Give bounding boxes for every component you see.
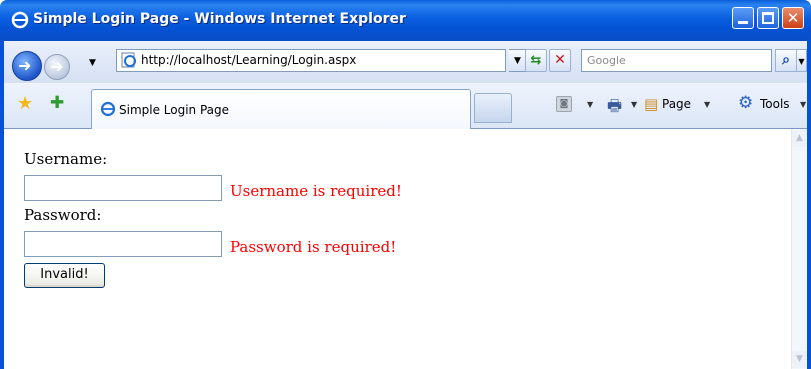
search-placeholder: Google [587,54,626,67]
back-button[interactable]: ➜ [12,51,42,81]
maximize-button[interactable] [757,7,779,29]
window-title: Simple Login Page - Windows Internet Exp… [33,11,406,27]
tools-menu[interactable]: Tools [760,97,790,111]
search-provider-dropdown[interactable]: ▼ [797,49,807,72]
ie-icon [100,101,116,117]
username-input[interactable] [24,175,222,201]
back-icon: ➜ [18,56,32,75]
ie-page-icon [121,52,136,68]
password-label: Password: [24,206,102,224]
tab-label: Simple Login Page [119,103,230,117]
tools-dropdown[interactable]: ▼ [800,100,806,109]
stop-button[interactable]: ✕ [549,49,571,72]
maximize-icon [762,12,774,24]
new-tab-button[interactable] [474,93,512,123]
tools-gear-icon: ⚙ [738,93,754,113]
forward-icon: ➜ [50,57,64,76]
password-input[interactable] [24,231,222,257]
feeds-dropdown[interactable]: ▼ [587,100,593,109]
print-icon[interactable]: 🖶 [607,95,622,122]
feeds-icon[interactable]: ◙ [556,96,572,112]
minimize-icon [738,21,748,24]
window-frame-right [807,41,811,369]
username-error: Username is required! [230,182,402,200]
add-favorites-icon[interactable]: ✚ [50,93,64,113]
username-label: Username: [24,150,108,168]
forward-button[interactable]: ➜ [44,54,70,80]
close-icon: ✕ [786,9,800,27]
refresh-icon: ⇆ [530,53,542,68]
favorites-star-icon[interactable]: ★ [17,93,33,114]
scroll-down-button[interactable]: ▼ [792,351,807,368]
minimize-button[interactable] [732,7,754,29]
search-button[interactable]: ⌕ [775,49,797,72]
vertical-scrollbar[interactable] [791,129,807,369]
close-button[interactable]: ✕ [782,7,804,29]
page-dropdown[interactable]: ▼ [704,100,710,109]
ie-icon [11,11,29,29]
stop-icon: ✕ [554,52,566,68]
refresh-button[interactable]: ⇆ [525,49,547,72]
page-menu[interactable]: Page [662,97,691,111]
submit-button[interactable]: Invalid! [24,263,105,288]
print-dropdown[interactable]: ▼ [631,100,637,109]
scroll-up-button[interactable]: ▲ [792,130,807,147]
search-icon: ⌕ [782,52,790,68]
password-error: Password is required! [230,238,397,256]
address-text[interactable]: http://localhost/Learning/Login.aspx [141,53,356,67]
recent-pages-dropdown[interactable]: ▼ [89,58,96,68]
page-icon: ▤ [644,95,659,113]
